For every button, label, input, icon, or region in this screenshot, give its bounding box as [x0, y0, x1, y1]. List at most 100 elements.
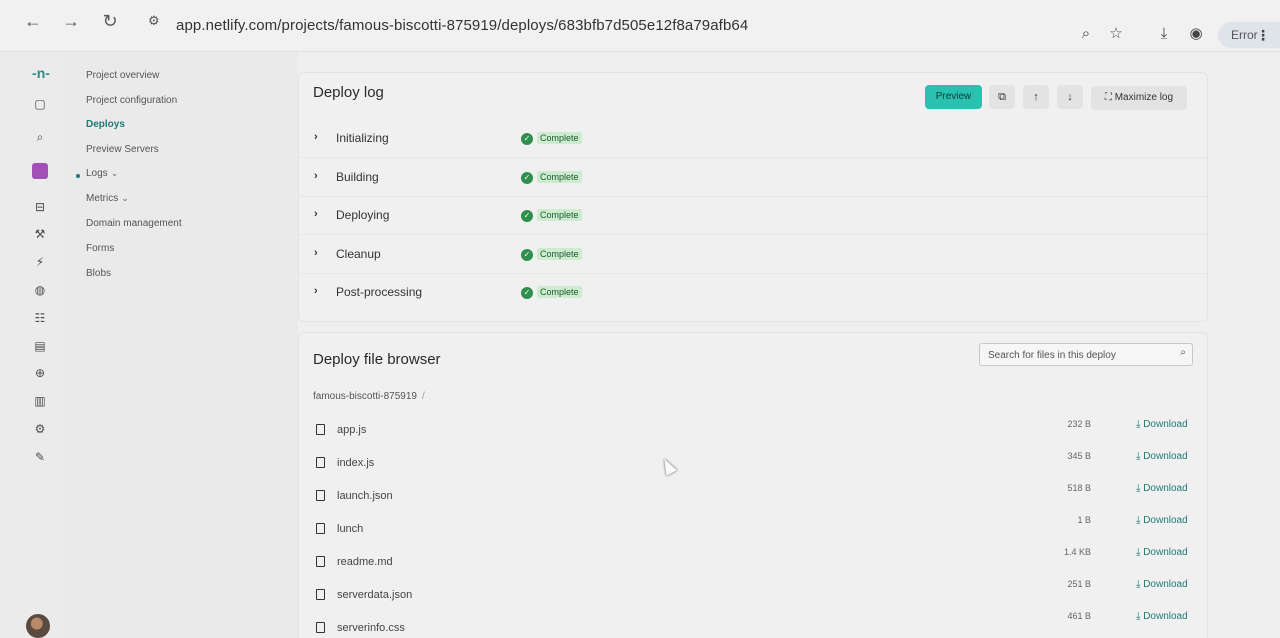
billing-icon[interactable]: ▤ [30, 336, 50, 356]
file-row-app-js[interactable]: app.js 232 B ⤓ Download [299, 414, 1207, 446]
edit-icon[interactable]: ✎ [30, 447, 50, 467]
plus-circle-icon[interactable]: ⊕ [30, 363, 50, 383]
user-avatar[interactable] [26, 614, 50, 638]
chevron-right-icon: › [314, 131, 318, 143]
log-step-post-processing[interactable]: › Post-processing ✓ Complete [299, 274, 1207, 312]
search-icon[interactable]: ⌕ [30, 127, 50, 147]
zoom-icon[interactable]: ⌕ [1076, 24, 1096, 44]
maximize-log-label: Maximize log [1114, 92, 1174, 103]
download-link[interactable]: ⤓ Download [1136, 515, 1188, 526]
file-name[interactable]: launch.json [337, 490, 393, 502]
package-icon[interactable]: ⊟ [30, 197, 50, 217]
file-icon [316, 589, 325, 600]
file-icon [316, 556, 325, 567]
deploy-log-panel: › Initializing ✓ Complete › Building ✓ C… [298, 72, 1208, 322]
chevron-right-icon: › [314, 170, 318, 182]
log-step-cleanup[interactable]: › Cleanup ✓ Complete [299, 236, 1207, 274]
breadcrumb-root[interactable]: famous-biscotti-875919 [313, 391, 417, 402]
sidebar-item-project-configuration[interactable]: Project configuration [86, 95, 177, 106]
sidebar-item-project-overview[interactable]: Project overview [86, 70, 159, 81]
address-bar[interactable]: app.netlify.com/projects/famous-biscotti… [176, 17, 748, 34]
file-row-readme-md[interactable]: readme.md 1.4 KB ⤓ Download [299, 546, 1207, 578]
file-name[interactable]: app.js [337, 424, 366, 436]
main-content: › Initializing ✓ Complete › Building ✓ C… [298, 52, 1280, 638]
sidebar-item-blobs[interactable]: Blobs [86, 268, 111, 279]
scroll-up-icon[interactable]: ↑ [1023, 85, 1049, 109]
log-step-deploying[interactable]: › Deploying ✓ Complete [299, 197, 1207, 235]
file-size: 518 B [1067, 483, 1091, 493]
step-label: Post-processing [336, 285, 423, 299]
account-icon[interactable]: ◉ [1186, 24, 1206, 44]
maximize-log-button[interactable]: ⛶ Maximize log [1091, 86, 1187, 110]
netlify-logo-icon[interactable]: -n- [29, 63, 53, 83]
step-label: Deploying [336, 208, 390, 222]
panel-icon[interactable]: ▢ [30, 94, 50, 114]
file-name[interactable]: serverdata.json [337, 589, 412, 601]
forward-arrow-icon[interactable]: → [60, 10, 82, 32]
back-arrow-icon[interactable]: ← [22, 10, 44, 32]
file-size: 345 B [1067, 451, 1091, 461]
step-label: Building [336, 170, 379, 184]
status-badge: Complete [537, 171, 582, 183]
file-icon [316, 523, 325, 534]
file-search-field[interactable]: ⌕ [979, 343, 1193, 366]
download-link[interactable]: ⤓ Download [1136, 547, 1188, 558]
file-browser-panel: app.js 232 B ⤓ Download index.js 345 B ⤓… [298, 332, 1208, 638]
file-row-index-js[interactable]: index.js 345 B ⤓ Download [299, 447, 1207, 479]
breadcrumb-separator: / [421, 391, 425, 402]
check-circle-icon: ✓ [521, 287, 533, 299]
check-circle-icon: ✓ [521, 133, 533, 145]
sidebar-item-deploys[interactable]: Deploys [86, 119, 125, 130]
file-name[interactable]: serverinfo.css [337, 622, 405, 634]
status-badge: Complete [537, 132, 582, 144]
build-icon[interactable]: ⚒ [30, 224, 50, 244]
log-step-building[interactable]: › Building ✓ Complete [299, 159, 1207, 197]
file-search-input[interactable] [988, 348, 1168, 362]
download-link[interactable]: ⤓ Download [1136, 451, 1188, 462]
deploy-log-title: Deploy log [313, 84, 384, 101]
file-icon [316, 490, 325, 501]
reload-icon[interactable]: ↻ [99, 10, 121, 32]
preview-button[interactable]: Preview [925, 85, 982, 109]
log-step-initializing[interactable]: › Initializing ✓ Complete [299, 120, 1207, 158]
maximize-icon: ⛶ [1104, 92, 1112, 103]
file-row-serverdata-json[interactable]: serverdata.json 251 B ⤓ Download [299, 579, 1207, 611]
file-size: 251 B [1067, 579, 1091, 589]
more-menu-icon[interactable]: ⋮ [1256, 22, 1270, 48]
file-size: 461 B [1067, 611, 1091, 621]
scroll-down-icon[interactable]: ↓ [1057, 85, 1083, 109]
sidebar-item-preview-servers[interactable]: Preview Servers [86, 144, 159, 155]
sidebar-item-metrics[interactable]: Metrics ⌄ [86, 193, 129, 204]
plug-icon[interactable]: ⚡ [30, 252, 50, 272]
check-circle-icon: ✓ [521, 249, 533, 261]
bookmark-star-icon[interactable]: ☆ [1106, 24, 1126, 44]
file-name[interactable]: lunch [337, 523, 363, 535]
error-button[interactable]: Error ⋮ [1218, 22, 1280, 48]
document-icon[interactable]: ▥ [30, 391, 50, 411]
settings-icon[interactable]: ⚙ [30, 419, 50, 439]
copy-log-icon[interactable]: ⧉ [989, 85, 1015, 109]
file-name[interactable]: index.js [337, 457, 374, 469]
file-row-launch-json[interactable]: launch.json 518 B ⤓ Download [299, 480, 1207, 512]
file-name[interactable]: readme.md [337, 556, 393, 568]
sidebar-item-forms[interactable]: Forms [86, 243, 114, 254]
download-icon[interactable]: ⤓ [1154, 24, 1174, 44]
team-badge-icon[interactable] [32, 163, 48, 179]
file-row-lunch[interactable]: lunch 1 B ⤓ Download [299, 513, 1207, 545]
chevron-right-icon: › [314, 247, 318, 259]
step-label: Cleanup [336, 247, 381, 261]
download-link[interactable]: ⤓ Download [1136, 419, 1188, 430]
check-circle-icon: ✓ [521, 172, 533, 184]
site-info-icon[interactable]: ⚙ [148, 12, 166, 30]
file-row-serverinfo-css[interactable]: serverinfo.css 461 B ⤓ Download [299, 611, 1207, 638]
download-link[interactable]: ⤓ Download [1136, 611, 1188, 622]
active-indicator [76, 174, 80, 178]
sidebar-item-domain-management[interactable]: Domain management [86, 218, 182, 229]
sidebar-item-logs[interactable]: Logs ⌄ [86, 168, 118, 179]
file-icon [316, 424, 325, 435]
globe-icon[interactable]: ◍ [30, 280, 50, 300]
download-link[interactable]: ⤓ Download [1136, 579, 1188, 590]
search-icon[interactable]: ⌕ [1180, 347, 1186, 358]
people-icon[interactable]: ☷ [30, 308, 50, 328]
download-link[interactable]: ⤓ Download [1136, 483, 1188, 494]
